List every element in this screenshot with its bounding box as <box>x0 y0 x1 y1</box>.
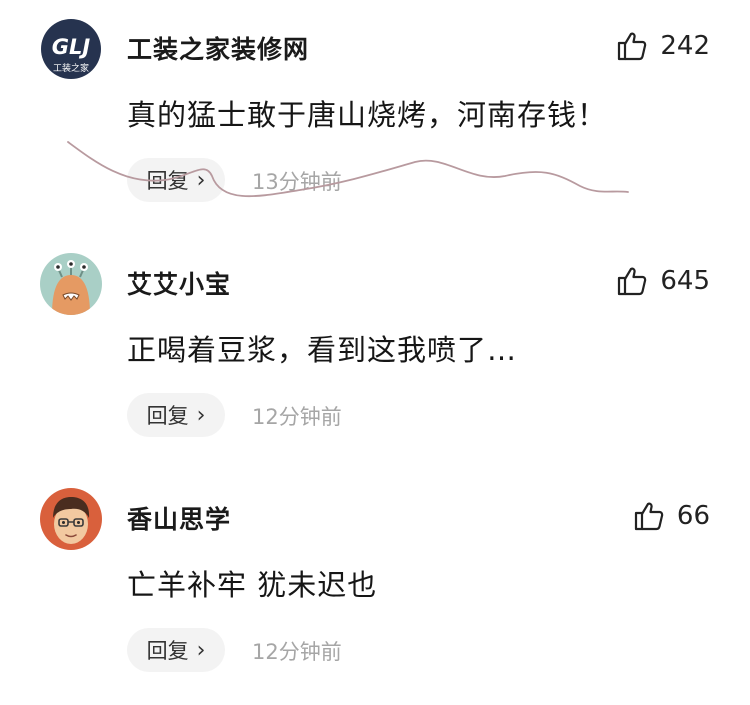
username[interactable]: 香山思学 <box>127 500 231 536</box>
chevron-right-icon: › <box>196 402 206 428</box>
comment-item: 艾艾小宝 645 正喝着豆浆，看到这我喷了… 回复 › 12分钟前 <box>0 235 750 470</box>
comment-text: 正喝着豆浆，看到这我喷了… <box>127 333 518 367</box>
username[interactable]: 艾艾小宝 <box>127 265 231 301</box>
avatar-logo-text: GLJ <box>52 35 91 59</box>
like-button[interactable]: 66 <box>633 496 710 536</box>
reply-button[interactable]: 回复 › <box>127 393 225 437</box>
reply-label: 回复 <box>146 169 189 193</box>
comment-text: 真的猛士敢于唐山烧烤，河南存钱！ <box>127 98 608 132</box>
comment-item: 香山思学 66 亡羊补牢 犹未迟也 回复 › 12分钟前 <box>0 470 750 705</box>
reply-label: 回复 <box>146 404 189 428</box>
like-count: 645 <box>660 266 710 296</box>
cartoon-boy-avatar-icon <box>40 488 102 550</box>
timestamp: 12分钟前 <box>252 405 342 429</box>
comment-text: 亡羊补牢 犹未迟也 <box>127 568 378 602</box>
avatar[interactable] <box>40 253 102 315</box>
reply-button[interactable]: 回复 › <box>127 158 225 202</box>
comment-item: GLJ 工装之家 工装之家装修网 242 真的猛士敢于唐山烧烤，河南存钱！ 回复… <box>0 0 750 235</box>
thumbs-up-icon <box>634 502 664 531</box>
timestamp: 13分钟前 <box>252 170 342 194</box>
like-count: 242 <box>660 31 710 61</box>
like-button[interactable]: 645 <box>616 261 710 301</box>
username[interactable]: 工装之家装修网 <box>127 30 309 66</box>
avatar[interactable] <box>40 488 102 550</box>
thumbs-up-icon <box>618 32 647 61</box>
like-count: 66 <box>676 501 710 531</box>
like-button[interactable]: 242 <box>616 26 710 66</box>
alien-cartoon-avatar-icon <box>40 253 102 315</box>
avatar-logo-subtext: 工装之家 <box>53 62 89 74</box>
timestamp: 12分钟前 <box>252 640 342 664</box>
logo-avatar-icon: GLJ 工装之家 <box>40 18 102 80</box>
chevron-right-icon: › <box>196 637 206 663</box>
reply-button[interactable]: 回复 › <box>127 628 225 672</box>
chevron-right-icon: › <box>196 167 206 193</box>
avatar[interactable]: GLJ 工装之家 <box>40 18 102 80</box>
thumbs-up-icon <box>618 267 647 296</box>
